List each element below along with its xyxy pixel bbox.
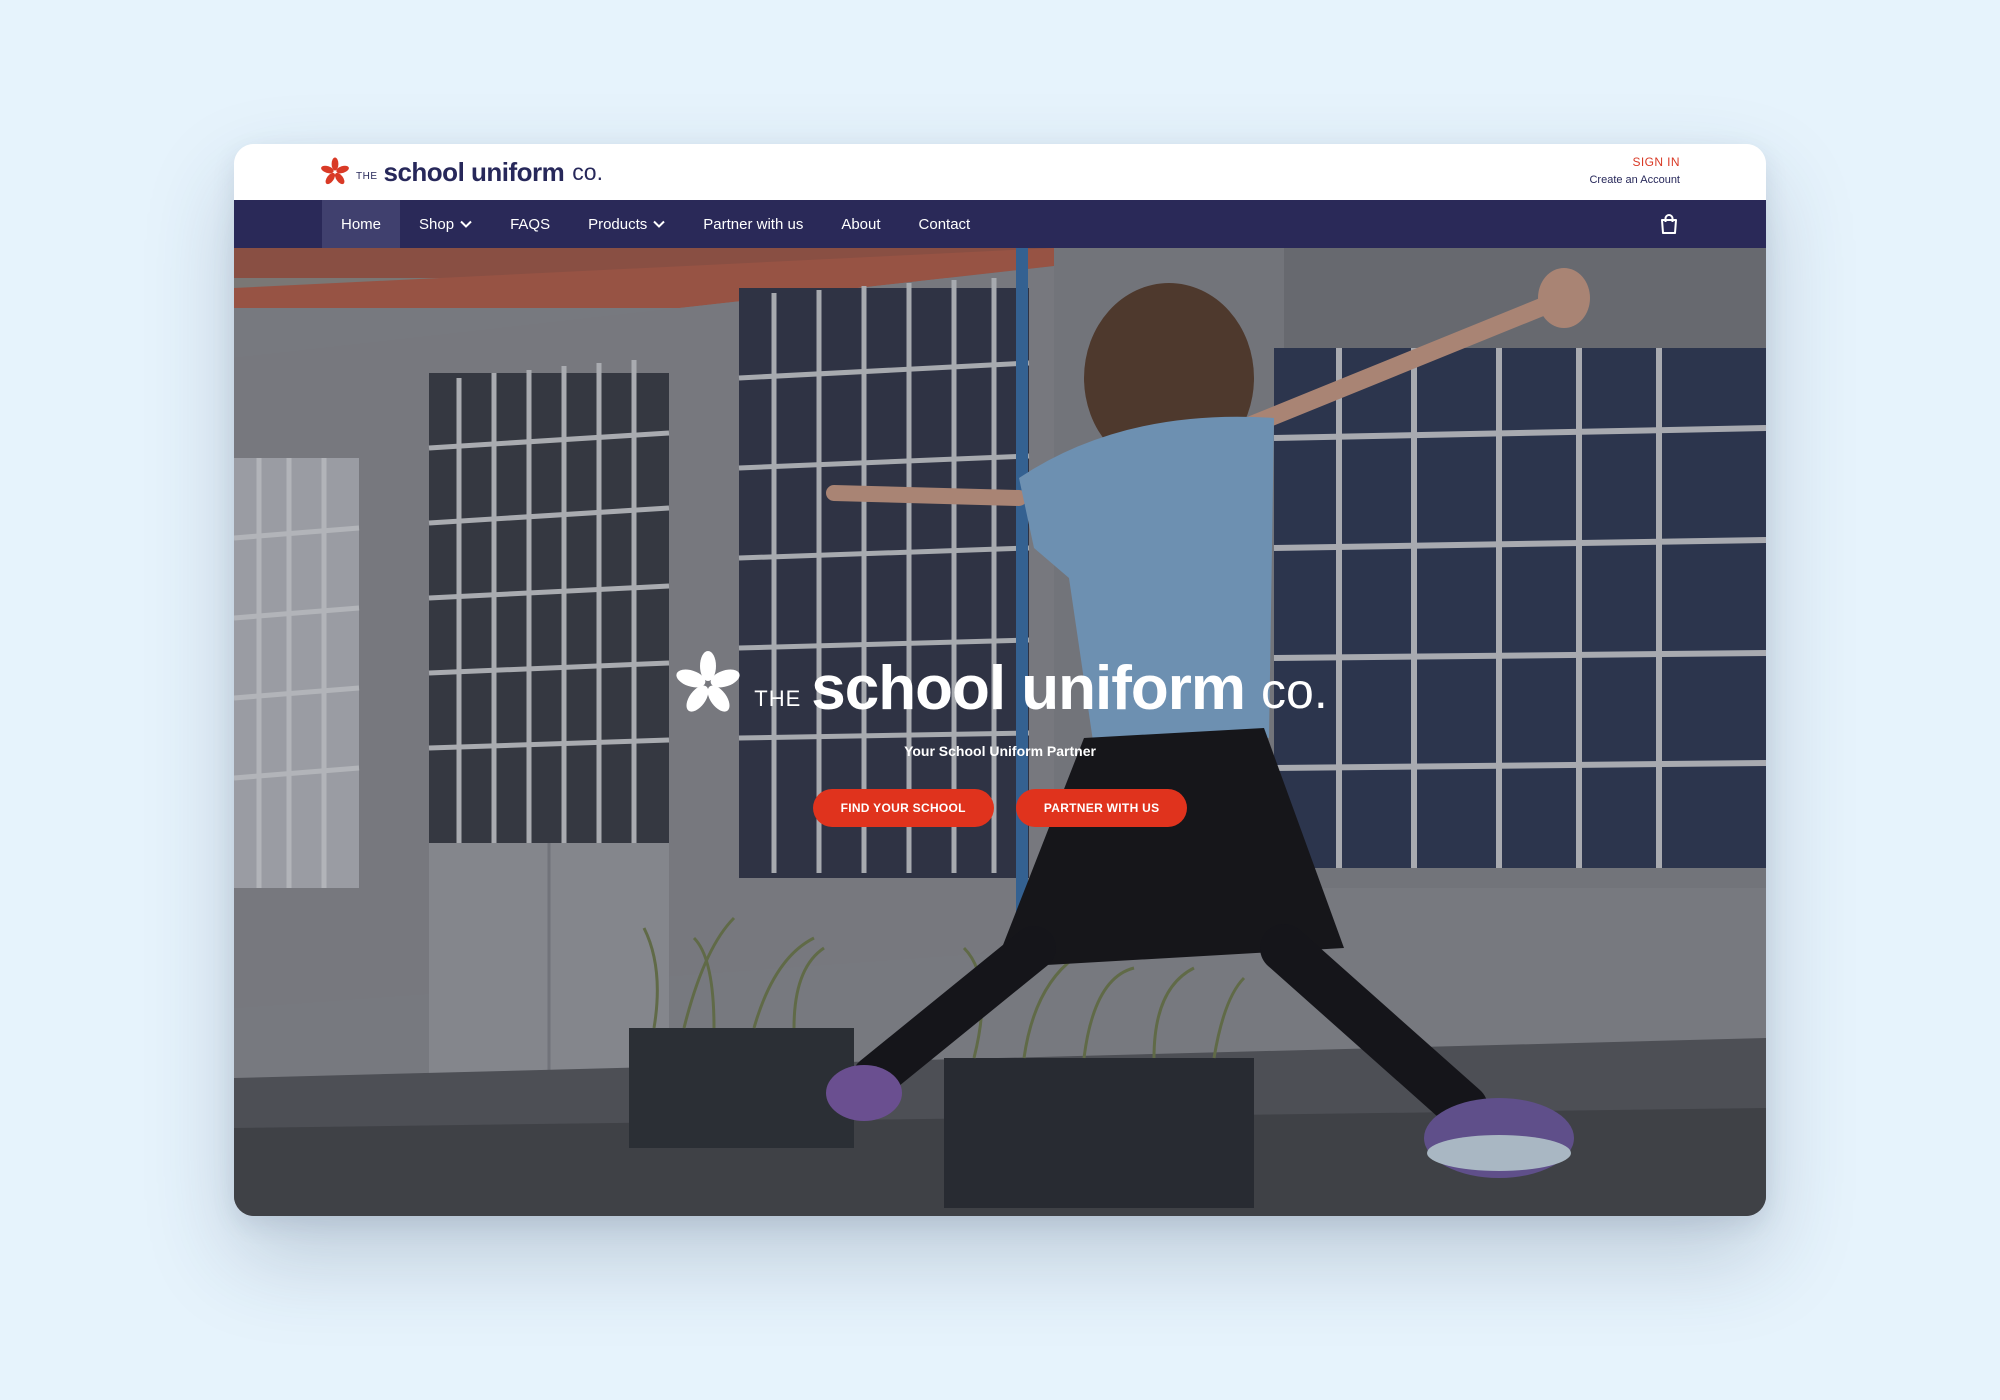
account-links: SIGN IN Create an Account [1589,154,1680,189]
nav-item-label: Products [588,215,648,233]
nav-item-contact[interactable]: Contact [900,200,990,248]
hero-content: THE school uniform co. Your School Unifo… [234,648,1766,827]
hero-section: THE school uniform co. Your School Unifo… [234,248,1766,1216]
nav-item-label: Shop [419,215,455,233]
nav-item-partner[interactable]: Partner with us [684,200,822,248]
find-your-school-button[interactable]: FIND YOUR SCHOOL [812,789,994,827]
nav-item-home[interactable]: Home [322,200,401,248]
logo-wordmark: school uniform [383,156,565,187]
create-account-link[interactable]: Create an Account [1589,172,1680,189]
nav-item-products[interactable]: Products [569,200,684,248]
chevron-down-icon [653,220,665,228]
nav-item-shop[interactable]: Shop [400,200,491,248]
hero-tagline: Your School Uniform Partner [904,743,1096,759]
nav-item-faqs[interactable]: FAQS [491,200,569,248]
main-nav-bar: Home Shop FAQS Products Partner with us [234,200,1766,248]
nav-item-label: About [841,215,881,233]
partner-with-us-button[interactable]: PARTNER WITH US [1015,789,1188,827]
nav-item-label: FAQS [510,215,551,233]
hero-logo-co: co. [1261,663,1328,719]
hero-logo-the: THE [754,686,802,711]
chevron-down-icon [460,220,472,228]
nav-item-label: Partner with us [703,215,804,233]
hero-logo: THE school uniform co. [672,648,1328,724]
logo-the: THE [356,170,378,182]
flower-logo-icon [320,157,350,187]
nav-item-label: Home [341,215,382,233]
sign-in-link[interactable]: SIGN IN [1589,154,1680,170]
hero-cta-row: FIND YOUR SCHOOL PARTNER WITH US [234,789,1766,827]
main-nav: Home Shop FAQS Products Partner with us [322,200,989,248]
browser-window: THE school uniform co. SIGN IN Create an… [234,144,1766,1216]
shopping-bag-icon[interactable] [1658,213,1680,235]
nav-item-about[interactable]: About [822,200,899,248]
site-header: THE school uniform co. SIGN IN Create an… [234,144,1766,200]
nav-item-label: Contact [918,215,971,233]
flower-logo-icon [672,648,744,724]
site-logo[interactable]: THE school uniform co. [320,153,603,191]
logo-co: co. [572,158,603,185]
hero-logo-wordmark: school uniform [811,654,1246,723]
